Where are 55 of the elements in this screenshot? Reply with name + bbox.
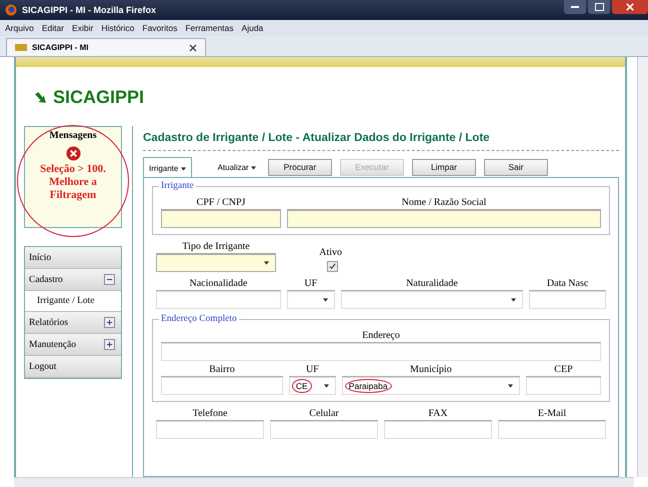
- menu-item[interactable]: Ferramentas: [185, 23, 234, 33]
- fieldset-legend: Irrigante: [159, 181, 196, 191]
- sidebar-item[interactable]: Cadastro: [25, 269, 121, 291]
- menu-item[interactable]: Ajuda: [242, 23, 264, 33]
- fieldset-legend: Endereço Completo: [159, 314, 239, 324]
- dropdown-arrow-icon: [324, 384, 329, 388]
- dropdown-arrow-icon: [508, 384, 513, 388]
- browser-tab[interactable]: SICAGIPPI - MI: [6, 38, 206, 56]
- dropdown-field[interactable]: Paraipaba: [342, 377, 520, 395]
- window-title: SICAGIPPI - MI - Mozilla Firefox: [22, 5, 156, 15]
- dropdown-field[interactable]: CE: [288, 377, 336, 395]
- expand-toggle-icon[interactable]: [104, 317, 115, 328]
- page-title: Cadastro de Irrigante / Lote - Atualizar Dados do Irrigante / Lote: [143, 126, 619, 151]
- checkbox[interactable]: [327, 261, 338, 272]
- close-icon[interactable]: [189, 44, 197, 52]
- horizontal-scrollbar[interactable]: [14, 477, 634, 487]
- toolbar-button[interactable]: Sair: [484, 158, 548, 176]
- menu-item[interactable]: Editar: [42, 23, 64, 33]
- menu-item[interactable]: Exibir: [72, 23, 94, 33]
- dropdown-arrow-icon: [264, 261, 269, 265]
- dropdown-arrow-icon: [180, 167, 186, 171]
- vertical-scrollbar[interactable]: [637, 57, 648, 477]
- favicon-icon: [15, 44, 27, 51]
- sidebar-item[interactable]: Logout: [25, 356, 121, 378]
- dropdown-arrow-icon: [322, 298, 328, 302]
- maximize-button[interactable]: [588, 0, 610, 14]
- sidebar-item[interactable]: Início: [25, 247, 121, 269]
- menu-item[interactable]: Arquivo: [5, 23, 34, 33]
- minimize-button[interactable]: [564, 0, 586, 14]
- field-value: Paraipaba: [344, 379, 392, 393]
- error-message: Seleção > 100. Melhore a Filtragem: [39, 163, 107, 203]
- expand-toggle-icon[interactable]: [104, 274, 115, 285]
- toolbar-button[interactable]: Procurar: [268, 158, 332, 176]
- dropdown-arrow-icon: [511, 298, 516, 302]
- dropdown-field[interactable]: [156, 254, 276, 272]
- error-icon: [66, 146, 80, 161]
- menu-item[interactable]: Favoritos: [142, 23, 178, 33]
- toolbar-button[interactable]: Limpar: [412, 158, 476, 176]
- arrow-icon: [34, 91, 47, 104]
- input-field[interactable]: [161, 210, 281, 228]
- sidebar-item[interactable]: Manutenção: [25, 334, 121, 356]
- menu-item[interactable]: Histórico: [101, 23, 134, 33]
- messages-title: Mensagens: [49, 130, 97, 141]
- field-value: CE: [292, 379, 312, 393]
- close-button[interactable]: [612, 0, 648, 14]
- site-logo: SICAGIPPI: [53, 87, 144, 108]
- entity-select[interactable]: Irrigante: [143, 157, 192, 177]
- dropdown-arrow-icon: [250, 166, 256, 170]
- action-select[interactable]: Atualizar: [218, 162, 256, 172]
- browser-logo-icon: [5, 4, 17, 16]
- input-field[interactable]: [287, 210, 601, 228]
- close-icon: [626, 3, 634, 11]
- sidebar-item[interactable]: Relatórios: [25, 312, 121, 334]
- field-label: Ativo: [319, 247, 342, 259]
- expand-toggle-icon[interactable]: [104, 339, 115, 350]
